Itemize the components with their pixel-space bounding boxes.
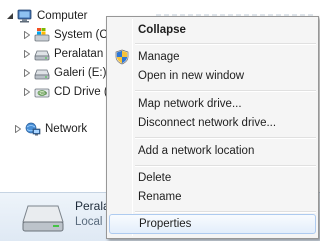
tree-item-label: Galeri (E:) (54, 67, 107, 79)
tree-item-network[interactable]: Network (14, 120, 87, 138)
collapsed-arrow-icon[interactable] (23, 30, 31, 40)
menu-item-label: Rename (138, 191, 182, 203)
computer-icon (17, 8, 33, 24)
menu-item-label: Delete (138, 172, 172, 184)
tree-item-computer[interactable]: Computer (6, 7, 88, 25)
menu-item-add-network-location[interactable]: Add a network location (109, 141, 316, 161)
menu-item-label: Disconnect network drive... (138, 117, 277, 129)
uac-shield-icon (114, 49, 130, 65)
menu-item-label: Open in new window (138, 70, 245, 82)
details-item-name: Perala (75, 199, 110, 213)
collapsed-arrow-icon[interactable] (14, 124, 22, 134)
hard-drive-icon (34, 46, 50, 62)
menu-separator (135, 165, 316, 167)
collapsed-arrow-icon[interactable] (23, 49, 31, 59)
menu-item-delete[interactable]: Delete (109, 168, 316, 188)
menu-item-label: Map network drive... (138, 98, 242, 110)
menu-item-collapse[interactable]: Collapse (109, 20, 316, 40)
cd-drive-icon: DVD (34, 84, 50, 100)
context-menu: Collapse Manage Open in new window Map n… (106, 16, 319, 239)
collapsed-arrow-icon[interactable] (23, 68, 31, 78)
menu-item-disconnect-network-drive[interactable]: Disconnect network drive... (109, 113, 316, 133)
hard-drive-icon (34, 65, 50, 81)
menu-item-label: Manage (138, 51, 180, 63)
svg-text:DVD: DVD (39, 91, 47, 95)
menu-item-label: Collapse (138, 24, 186, 36)
menu-item-properties[interactable]: Properties (109, 214, 316, 234)
tree-item-system-c[interactable]: System (C:) (23, 26, 115, 44)
menu-separator (135, 137, 316, 139)
collapsed-arrow-icon[interactable] (23, 87, 31, 97)
tree-item-galeri-e[interactable]: Galeri (E:) (23, 64, 106, 82)
menu-separator (135, 211, 316, 213)
menu-item-manage[interactable]: Manage (109, 47, 316, 67)
menu-item-map-network-drive[interactable]: Map network drive... (109, 94, 316, 114)
expanded-arrow-icon[interactable] (6, 11, 14, 21)
menu-item-open-in-new-window[interactable]: Open in new window (109, 66, 316, 86)
menu-item-rename[interactable]: Rename (109, 187, 316, 207)
tree-item-label: Network (45, 123, 88, 135)
windows-drive-icon (34, 27, 50, 43)
menu-separator (135, 90, 316, 92)
tree-item-label: Computer (37, 10, 88, 22)
tree-item-cd-drive[interactable]: DVD CD Drive (H (23, 83, 116, 101)
network-icon (25, 121, 41, 137)
menu-item-label: Add a network location (138, 145, 255, 157)
menu-item-label: Properties (139, 218, 192, 230)
hard-drive-icon (22, 200, 64, 234)
menu-separator (135, 43, 316, 45)
